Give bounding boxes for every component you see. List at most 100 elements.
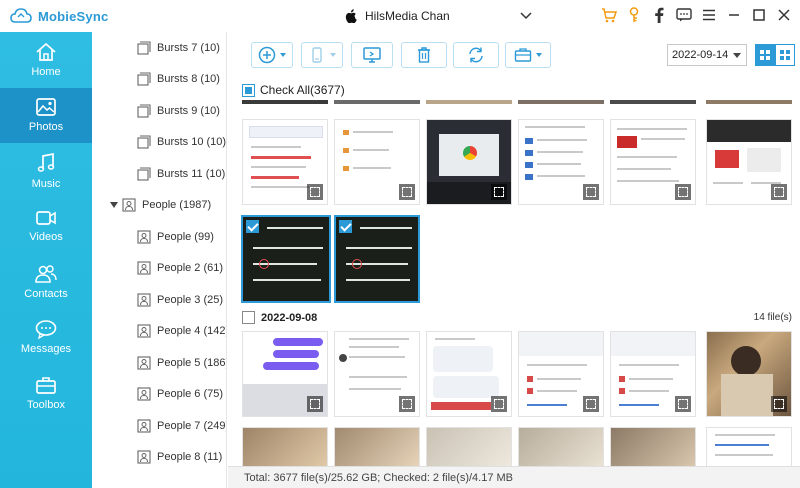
photo-thumb[interactable] — [610, 100, 696, 104]
briefcase-icon — [514, 48, 532, 62]
select-box-icon[interactable] — [771, 396, 787, 412]
export-to-device-button[interactable] — [301, 42, 343, 68]
album-item[interactable]: Bursts 10 (10) — [92, 127, 226, 159]
photo-thumb[interactable] — [426, 427, 512, 467]
photo-thumb[interactable] — [706, 331, 792, 417]
photo-thumb[interactable] — [242, 100, 328, 104]
select-box-icon[interactable] — [307, 396, 323, 412]
main-nav: Home Photos Music Videos Contacts Messag… — [0, 32, 92, 488]
photo-thumb-selected[interactable] — [241, 215, 331, 303]
select-box-icon[interactable] — [675, 184, 691, 200]
album-item[interactable]: People 7 (249) — [92, 410, 226, 442]
cart-icon[interactable] — [601, 6, 617, 24]
refresh-button[interactable] — [453, 42, 499, 68]
album-item[interactable]: People 3 (25) — [92, 284, 226, 316]
check-all-checkbox[interactable] — [242, 83, 255, 97]
people-album-icon — [137, 293, 151, 307]
photo-thumb[interactable] — [518, 427, 604, 467]
group-file-count: 14 file(s) — [753, 312, 792, 323]
nav-item-contacts[interactable]: Contacts — [0, 254, 92, 310]
add-icon — [258, 46, 276, 64]
photo-thumb[interactable] — [426, 331, 512, 417]
select-box-icon[interactable] — [307, 184, 323, 200]
photo-thumb[interactable] — [334, 100, 420, 104]
menu-icon[interactable] — [701, 6, 717, 24]
expand-triangle-icon[interactable] — [110, 202, 118, 209]
photo-thumb[interactable] — [518, 100, 604, 104]
status-text: Total: 3677 file(s)/25.62 GB; Checked: 2… — [244, 471, 514, 484]
facebook-icon[interactable] — [651, 6, 667, 24]
people-album-icon — [137, 387, 151, 401]
photo-thumb[interactable] — [242, 331, 328, 417]
album-item[interactable]: People 4 (142) — [92, 316, 226, 348]
select-box-icon[interactable] — [583, 396, 599, 412]
photo-thumb-selected[interactable] — [334, 215, 420, 303]
album-item[interactable]: People 2 (61) — [92, 253, 226, 285]
nav-item-videos[interactable]: Videos — [0, 199, 92, 255]
photo-thumb[interactable] — [334, 119, 420, 205]
select-box-icon[interactable] — [771, 184, 787, 200]
caret-down-icon — [280, 53, 286, 57]
device-name: HilsMedia Chan — [365, 9, 450, 23]
select-box-icon[interactable] — [583, 184, 599, 200]
photo-thumb[interactable] — [426, 100, 512, 104]
feedback-icon[interactable] — [676, 6, 692, 24]
photo-checkbox[interactable] — [246, 220, 259, 233]
photo-thumb[interactable] — [706, 427, 792, 467]
cloud-sync-icon — [10, 8, 32, 23]
maximize-icon[interactable] — [751, 6, 767, 24]
photo-thumb[interactable] — [518, 331, 604, 417]
people-album-icon — [137, 419, 151, 433]
album-item[interactable]: People 6 (75) — [92, 379, 226, 411]
large-grid-view-button[interactable] — [775, 44, 795, 66]
photo-thumb[interactable] — [242, 427, 328, 467]
nav-item-music[interactable]: Music — [0, 143, 92, 199]
select-box-icon[interactable] — [399, 184, 415, 200]
caret-down-icon — [330, 53, 336, 57]
add-button[interactable] — [251, 42, 293, 68]
album-item[interactable]: People 5 (186) — [92, 347, 226, 379]
album-icon — [137, 41, 151, 55]
select-box-icon[interactable] — [491, 184, 507, 200]
photo-thumb[interactable] — [610, 427, 696, 467]
album-item[interactable]: Bursts 9 (10) — [92, 95, 226, 127]
nav-item-photos[interactable]: Photos — [0, 87, 92, 143]
album-item[interactable]: People (99) — [92, 221, 226, 253]
nav-item-messages[interactable]: Messages — [0, 310, 92, 366]
key-icon[interactable] — [626, 6, 642, 24]
check-all[interactable]: Check All(3677) — [242, 83, 345, 97]
photo-checkbox[interactable] — [339, 220, 352, 233]
album-item[interactable]: People 8 (11) — [92, 442, 226, 474]
photo-thumb[interactable] — [706, 100, 792, 104]
export-to-pc-button[interactable] — [351, 42, 393, 68]
album-item[interactable]: Bursts 7 (10) — [92, 32, 226, 64]
album-group-people[interactable]: People (1987) — [92, 190, 226, 222]
minimize-icon[interactable] — [726, 6, 742, 24]
photo-thumb[interactable] — [242, 119, 328, 205]
date-group-header[interactable]: 2022-09-08 — [242, 311, 317, 324]
album-item[interactable]: Bursts 11 (10) — [92, 158, 226, 190]
album-icon — [137, 167, 151, 181]
select-box-icon[interactable] — [675, 396, 691, 412]
photo-thumb[interactable] — [706, 119, 792, 205]
nav-item-home[interactable]: Home — [0, 32, 92, 88]
photo-thumb[interactable] — [610, 119, 696, 205]
photo-thumb[interactable] — [426, 119, 512, 205]
toolbox-button[interactable] — [505, 42, 551, 68]
album-item[interactable]: Bursts 8 (10) — [92, 64, 226, 96]
photo-thumb[interactable] — [518, 119, 604, 205]
device-selector[interactable]: HilsMedia Chan — [345, 6, 532, 26]
select-box-icon[interactable] — [399, 396, 415, 412]
nav-item-toolbox[interactable]: Toolbox — [0, 365, 92, 421]
date-group-checkbox[interactable] — [242, 311, 255, 324]
close-icon[interactable] — [776, 6, 792, 24]
photo-thumb[interactable] — [334, 331, 420, 417]
photo-icon — [36, 98, 56, 117]
photo-thumb[interactable] — [334, 427, 420, 467]
select-box-icon[interactable] — [491, 396, 507, 412]
delete-button[interactable] — [401, 42, 447, 68]
trash-icon — [418, 47, 430, 63]
date-filter-select[interactable]: 2022-09-14 — [667, 44, 747, 66]
photo-thumb[interactable] — [610, 331, 696, 417]
grid-view-button[interactable] — [755, 44, 775, 66]
